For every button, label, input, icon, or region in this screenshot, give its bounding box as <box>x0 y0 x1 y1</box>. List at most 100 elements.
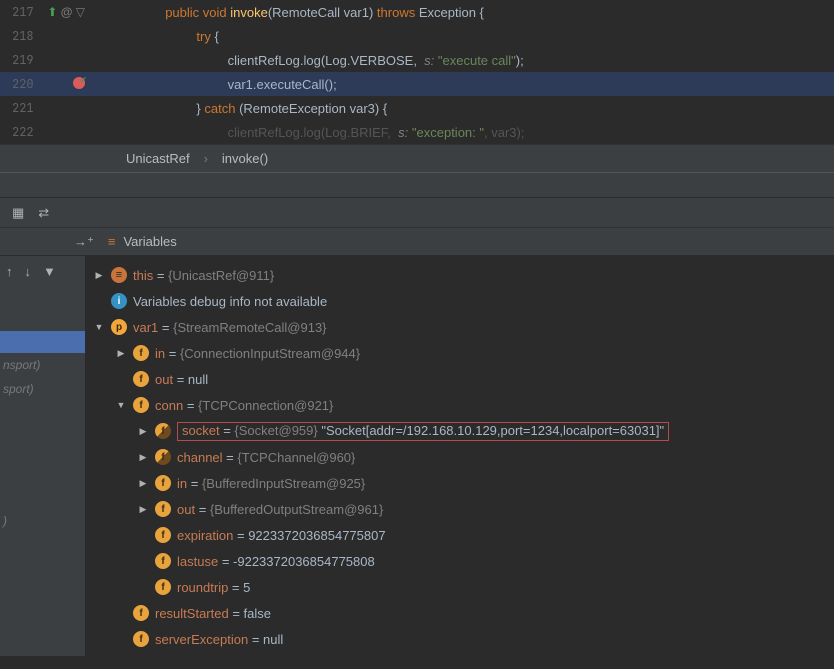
code-editor[interactable]: 217⬆ @ ▽ public void invoke(RemoteCall v… <box>0 0 834 144</box>
var-value: {BufferedOutputStream@961} <box>210 502 383 517</box>
equals: = <box>229 606 244 621</box>
frame-text: ) <box>0 509 85 533</box>
var-socket[interactable]: ▶ fsocket = {Socket@959} "Socket[addr=/19… <box>85 418 834 444</box>
equals: = <box>218 554 233 569</box>
var-in[interactable]: ▶ fin = {BufferedInputStream@925} <box>85 470 834 496</box>
expand-toggle-icon[interactable]: ▶ <box>93 270 105 281</box>
var-string: "Socket[addr=/192.168.10.129,port=1234,l… <box>318 423 664 438</box>
var-name: resultStarted <box>155 606 229 621</box>
var-name: in <box>177 476 187 491</box>
var-expiration[interactable]: fexpiration = 9223372036854775807 <box>85 522 834 548</box>
field-icon: f <box>133 345 149 361</box>
var-in[interactable]: ▶ fin = {ConnectionInputStream@944} <box>85 340 834 366</box>
var-literal: null <box>263 632 283 647</box>
down-arrow-icon[interactable]: ↓ <box>25 264 32 279</box>
var-name: var1 <box>133 320 158 335</box>
breadcrumb-method[interactable]: invoke() <box>222 151 268 166</box>
equals: = <box>220 423 235 438</box>
new-watch-icon[interactable]: →⁺ <box>74 234 94 250</box>
var-value: {TCPChannel@960} <box>237 450 355 465</box>
equals: = <box>223 450 238 465</box>
var-value: {ConnectionInputStream@944} <box>180 346 360 361</box>
info-icon: i <box>111 293 127 309</box>
expand-toggle-icon[interactable]: ▶ <box>137 478 149 489</box>
variables-label: Variables <box>123 234 176 249</box>
field-icon: f <box>133 397 149 413</box>
field-icon: f <box>155 475 171 491</box>
frame-selection[interactable] <box>0 331 85 353</box>
breadcrumb[interactable]: UnicastRef › invoke() <box>0 144 834 172</box>
field-icon: f <box>155 553 171 569</box>
equals: = <box>183 398 198 413</box>
field-icon: ≡ <box>111 267 127 283</box>
equals: = <box>228 580 243 595</box>
equals: = <box>165 346 180 361</box>
stack-lines-icon: ≡ <box>108 234 116 249</box>
gutter[interactable]: 217⬆ @ ▽ <box>0 4 95 20</box>
equals: = <box>158 320 173 335</box>
expand-toggle-icon[interactable]: ▶ <box>137 504 149 515</box>
var-out[interactable]: ▶fout = {BufferedOutputStream@961} <box>85 496 834 522</box>
gutter[interactable]: 220✔ <box>0 76 95 92</box>
breadcrumb-class[interactable]: UnicastRef <box>126 151 190 166</box>
gutter[interactable]: 222 <box>0 124 95 140</box>
equals: = <box>233 528 248 543</box>
var-value: {BufferedInputStream@925} <box>202 476 365 491</box>
variables-header: →⁺ ≡ Variables <box>0 228 834 256</box>
field-icon: f <box>155 423 171 439</box>
var-roundtrip[interactable]: froundtrip = 5 <box>85 574 834 600</box>
var-name: lastuse <box>177 554 218 569</box>
equals: = <box>187 476 202 491</box>
code-line[interactable]: var1.executeCall(); <box>95 76 337 93</box>
up-arrow-icon[interactable]: ↑ <box>6 264 13 279</box>
var-conn[interactable]: ▼ fconn = {TCPConnection@921} <box>85 392 834 418</box>
var-name: socket <box>182 423 220 438</box>
variables-tree[interactable]: ▶≡this = {UnicastRef@911}iVariables debu… <box>85 256 834 656</box>
gutter[interactable]: 219 <box>0 52 95 68</box>
info-text: Variables debug info not available <box>133 294 327 309</box>
var-name: in <box>155 346 165 361</box>
field-icon: f <box>155 501 171 517</box>
var-literal: 5 <box>243 580 250 595</box>
var-var1[interactable]: ▼ p var1 = {StreamRemoteCall@913} <box>85 314 834 340</box>
breakpoint-icon[interactable]: ✔ <box>73 77 85 92</box>
field-icon: f <box>155 527 171 543</box>
expand-toggle-icon[interactable]: ▼ <box>115 400 127 410</box>
debug-toolstrip[interactable]: ▦ ⇄ <box>0 198 834 228</box>
var-literal: null <box>188 372 208 387</box>
var-name: this <box>133 268 153 283</box>
var-info[interactable]: i Variables debug info not available <box>85 288 834 314</box>
var-channel[interactable]: ▶ f channel = {TCPChannel@960} <box>85 444 834 470</box>
var-value: {TCPConnection@921} <box>198 398 333 413</box>
table-view-icon[interactable]: ▦ <box>12 205 24 221</box>
code-line[interactable]: } catch (RemoteException var3) { <box>95 100 387 117</box>
var-value: {Socket@959} <box>234 423 317 438</box>
expand-toggle-icon[interactable]: ▶ <box>137 426 149 437</box>
field-icon: f <box>155 449 171 465</box>
var-name: channel <box>177 450 223 465</box>
expand-toggle-icon[interactable]: ▶ <box>137 452 149 463</box>
var-name: expiration <box>177 528 233 543</box>
gutter[interactable]: 221 <box>0 100 95 116</box>
expand-toggle-icon[interactable]: ▼ <box>93 322 105 332</box>
var-out[interactable]: fout = null <box>85 366 834 392</box>
var-this[interactable]: ▶≡this = {UnicastRef@911} <box>85 262 834 288</box>
var-lastuse[interactable]: flastuse = -9223372036854775808 <box>85 548 834 574</box>
code-line[interactable]: clientRefLog.log(Log.VERBOSE, s: "execut… <box>95 52 524 69</box>
settings-icon[interactable]: ⇄ <box>38 205 46 221</box>
var-serverException[interactable]: fserverException = null <box>85 626 834 652</box>
var-name: conn <box>155 398 183 413</box>
field-icon: f <box>133 631 149 647</box>
code-line[interactable]: clientRefLog.log(Log.BRIEF, s: "exceptio… <box>95 124 524 141</box>
var-name: out <box>155 372 173 387</box>
var-value: {StreamRemoteCall@913} <box>173 320 326 335</box>
code-line[interactable]: try { <box>95 28 219 45</box>
var-resultStarted[interactable]: fresultStarted = false <box>85 600 834 626</box>
code-line[interactable]: public void invoke(RemoteCall var1) thro… <box>95 4 484 21</box>
gutter[interactable]: 218 <box>0 28 95 44</box>
frame-text: sport) <box>0 377 85 401</box>
field-icon: f <box>155 579 171 595</box>
field-icon: p <box>111 319 127 335</box>
expand-toggle-icon[interactable]: ▶ <box>115 348 127 359</box>
filter-icon[interactable]: ▼ <box>43 264 56 279</box>
